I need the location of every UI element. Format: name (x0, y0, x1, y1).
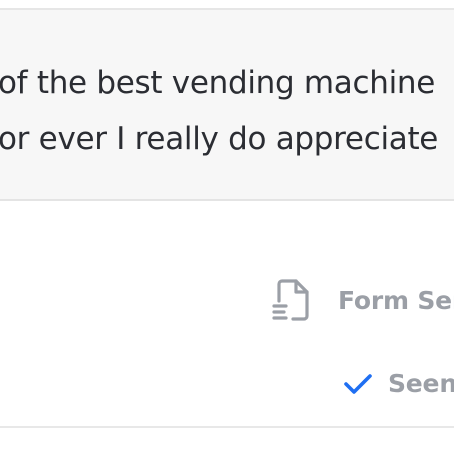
form-document-icon (272, 279, 309, 321)
message-source: Form Ser (271, 277, 454, 323)
message-text-line-2: or ever I really do appreciate (0, 121, 439, 157)
conversation-view: of the best vending machine or ever I re… (0, 0, 454, 454)
source-label: Form Ser (338, 285, 454, 315)
status-label: Seen (388, 369, 454, 398)
read-status: Seen (343, 369, 454, 398)
message-text-line-1: of the best vending machine (0, 65, 436, 101)
bottom-divider (0, 426, 454, 428)
checkmark-icon (344, 373, 372, 394)
message-bubble: of the best vending machine or ever I re… (0, 10, 454, 201)
